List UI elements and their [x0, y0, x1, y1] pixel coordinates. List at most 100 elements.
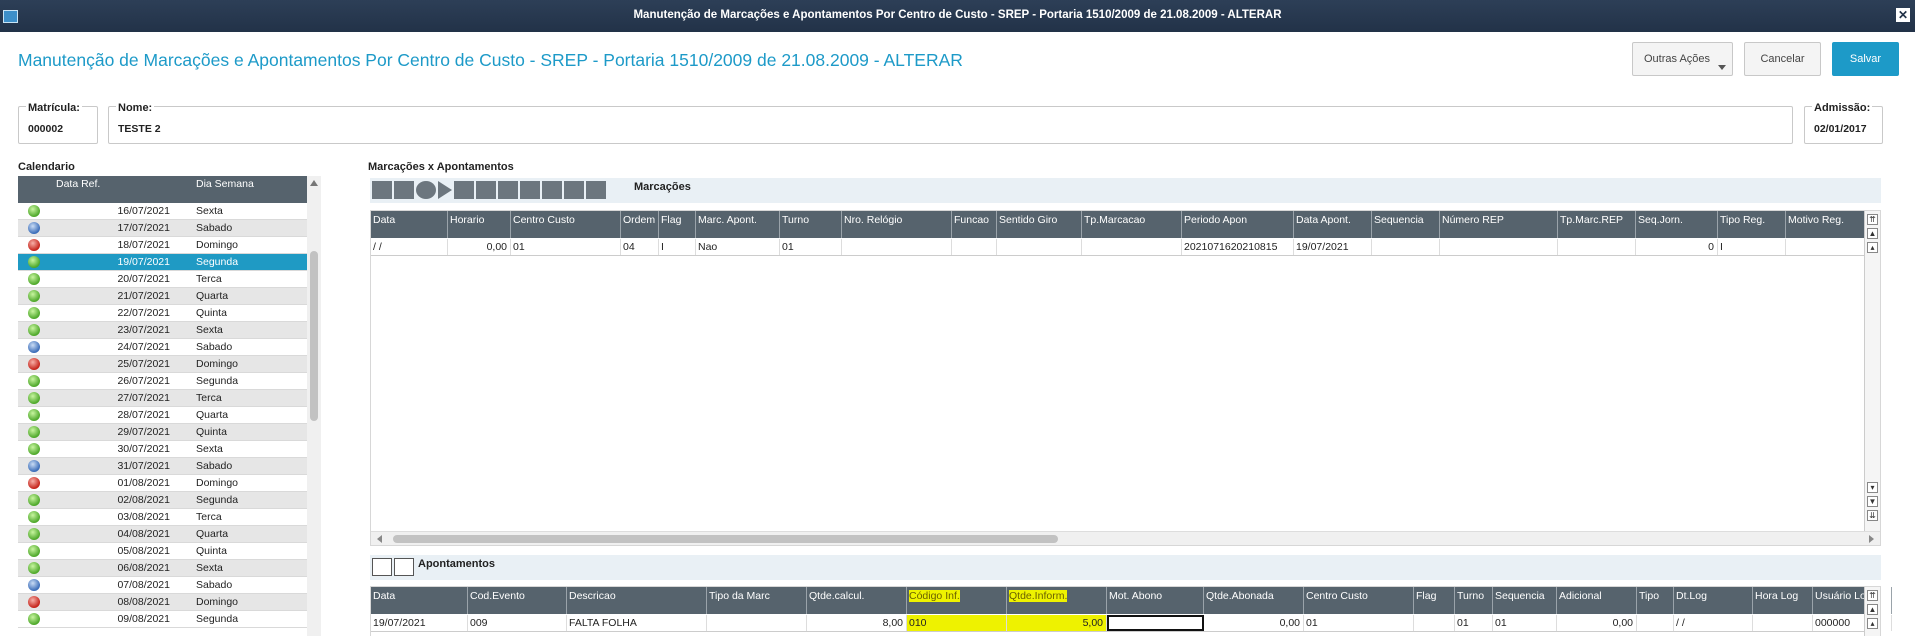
- line-up-icon[interactable]: ▴: [1867, 242, 1878, 253]
- col-header[interactable]: Horario: [448, 211, 511, 238]
- list-item[interactable]: 04/08/2021 Quarta: [18, 526, 321, 543]
- col-header[interactable]: Sentido Giro: [997, 211, 1082, 238]
- col-header[interactable]: Turno: [780, 211, 842, 238]
- table-cell[interactable]: [1372, 239, 1440, 255]
- table-cell[interactable]: 0,00: [448, 239, 511, 255]
- table-cell[interactable]: [1082, 239, 1182, 255]
- table-cell[interactable]: [1753, 615, 1813, 631]
- list-item[interactable]: 25/07/2021 Domingo: [18, 356, 321, 373]
- arrow-up-icon[interactable]: [542, 181, 562, 199]
- col-header[interactable]: Flag: [659, 211, 696, 238]
- scroll-thumb[interactable]: [310, 251, 318, 421]
- marcacoes-hscroll[interactable]: [371, 531, 1880, 545]
- table-cell[interactable]: 0,00: [1557, 615, 1637, 631]
- circle-icon[interactable]: [416, 181, 436, 199]
- keyboard-icon[interactable]: [372, 558, 392, 576]
- col-header[interactable]: Data: [371, 587, 468, 614]
- table-cell[interactable]: 19/07/2021: [1294, 239, 1372, 255]
- list-item[interactable]: 09/08/2021 Segunda: [18, 611, 321, 628]
- line-down-icon[interactable]: ▾: [1867, 482, 1878, 493]
- list-item[interactable]: 08/08/2021 Domingo: [18, 594, 321, 611]
- col-header[interactable]: Sequencia: [1372, 211, 1440, 238]
- col-header[interactable]: Data: [371, 211, 448, 238]
- table-cell[interactable]: [1637, 615, 1674, 631]
- scroll-right-icon[interactable]: [1869, 535, 1874, 543]
- table-row[interactable]: 19/07/2021 009 FALTA FOLHA 8,00 010 5,00 0,00 0…: [371, 615, 1892, 632]
- line-up-icon[interactable]: ▴: [1867, 618, 1878, 629]
- col-header[interactable]: Qtde.calcul.: [807, 587, 907, 614]
- table-cell[interactable]: 01: [1455, 615, 1493, 631]
- list-item[interactable]: 21/07/2021 Quarta: [18, 288, 321, 305]
- col-header[interactable]: Turno: [1455, 587, 1493, 614]
- list-item[interactable]: 05/08/2021 Quinta: [18, 543, 321, 560]
- close-icon[interactable]: ✕: [1896, 8, 1910, 22]
- list-item[interactable]: 19/07/2021 Segunda: [18, 254, 321, 271]
- table-cell[interactable]: 01: [1304, 615, 1414, 631]
- list-item[interactable]: 02/08/2021 Segunda: [18, 492, 321, 509]
- col-header[interactable]: Flag: [1414, 587, 1455, 614]
- col-header[interactable]: Tipo: [1637, 587, 1674, 614]
- edit-icon[interactable]: [394, 558, 414, 576]
- page-up-icon[interactable]: ▲: [1867, 228, 1878, 239]
- col-header[interactable]: Ordem: [621, 211, 659, 238]
- col-header[interactable]: Hora Log: [1753, 587, 1813, 614]
- table-row[interactable]: / /0,00 01 04 I Nao 01 2021071620210815 19/07/2…: [371, 239, 1865, 256]
- admissao-field[interactable]: Admissão: 02/01/2017: [1804, 102, 1883, 144]
- cancel-button[interactable]: Cancelar: [1744, 42, 1821, 76]
- table-cell[interactable]: 5,00: [1007, 615, 1107, 631]
- calendario-scrollbar[interactable]: [307, 176, 321, 636]
- table-cell[interactable]: 2021071620210815: [1182, 239, 1294, 255]
- scroll-left-icon[interactable]: [377, 535, 382, 543]
- table-cell[interactable]: Nao: [696, 239, 780, 255]
- hscroll-thumb[interactable]: [393, 535, 1058, 543]
- col-header[interactable]: Qtde.Abonada: [1204, 587, 1304, 614]
- matricula-field[interactable]: Matrícula: 000002: [18, 102, 98, 144]
- table-cell[interactable]: 0,00: [1204, 615, 1304, 631]
- col-header[interactable]: Adicional: [1557, 587, 1637, 614]
- col-header[interactable]: Periodo Apon: [1182, 211, 1294, 238]
- fast-forward-icon[interactable]: [454, 181, 474, 199]
- table-cell[interactable]: 000000: [1813, 615, 1892, 631]
- list-item[interactable]: 28/07/2021 Quarta: [18, 407, 321, 424]
- first-page-icon[interactable]: ⇈: [1867, 214, 1878, 225]
- table-cell[interactable]: I: [1718, 239, 1786, 255]
- list-item[interactable]: 07/08/2021 Sabado: [18, 577, 321, 594]
- list-item[interactable]: 01/08/2021 Domingo: [18, 475, 321, 492]
- folder-icon[interactable]: [476, 181, 496, 199]
- table-cell[interactable]: 19/07/2021: [371, 615, 468, 631]
- col-header[interactable]: Tp.Marcacao: [1082, 211, 1182, 238]
- list-item[interactable]: 26/07/2021 Segunda: [18, 373, 321, 390]
- col-header[interactable]: Centro Custo: [511, 211, 621, 238]
- list-item[interactable]: 23/07/2021 Sexta: [18, 322, 321, 339]
- list-item[interactable]: 30/07/2021 Sexta: [18, 441, 321, 458]
- page-up-icon[interactable]: ▲: [1867, 604, 1878, 615]
- col-header[interactable]: Seq.Jorn.: [1636, 211, 1718, 238]
- table-cell[interactable]: [997, 239, 1082, 255]
- outras-acoes-button[interactable]: Outras Ações: [1632, 42, 1733, 76]
- apontamentos-grid[interactable]: Data Cod.Evento Descricao Tipo da Marc Qtde.…: [370, 586, 1892, 636]
- list-item[interactable]: 24/07/2021 Sabado: [18, 339, 321, 356]
- table-cell[interactable]: 01: [511, 239, 621, 255]
- table-cell[interactable]: I: [659, 239, 696, 255]
- thumb-icon[interactable]: [520, 181, 540, 199]
- col-header[interactable]: Descricao: [567, 587, 707, 614]
- col-header[interactable]: Usuário Log: [1813, 587, 1892, 614]
- table-cell[interactable]: 010: [907, 615, 1007, 631]
- col-header[interactable]: Data Apont.: [1294, 211, 1372, 238]
- list-item[interactable]: 06/08/2021 Sexta: [18, 560, 321, 577]
- col-header[interactable]: Funcao: [952, 211, 997, 238]
- scroll-up-icon[interactable]: [310, 180, 318, 186]
- col-header[interactable]: Qtde.Inform.: [1007, 587, 1107, 614]
- col-header[interactable]: Número REP: [1440, 211, 1558, 238]
- table-cell[interactable]: [1107, 615, 1204, 631]
- table-cell[interactable]: [1414, 615, 1455, 631]
- table-cell[interactable]: [1558, 239, 1636, 255]
- save-button[interactable]: Salvar: [1832, 42, 1899, 76]
- table-cell[interactable]: FALTA FOLHA: [567, 615, 707, 631]
- list-item[interactable]: 22/07/2021 Quinta: [18, 305, 321, 322]
- col-header[interactable]: Mot. Abono: [1107, 587, 1204, 614]
- list-item[interactable]: 31/07/2021 Sabado: [18, 458, 321, 475]
- table-cell[interactable]: [707, 615, 807, 631]
- play-icon[interactable]: [438, 181, 452, 199]
- table-cell[interactable]: [1440, 239, 1558, 255]
